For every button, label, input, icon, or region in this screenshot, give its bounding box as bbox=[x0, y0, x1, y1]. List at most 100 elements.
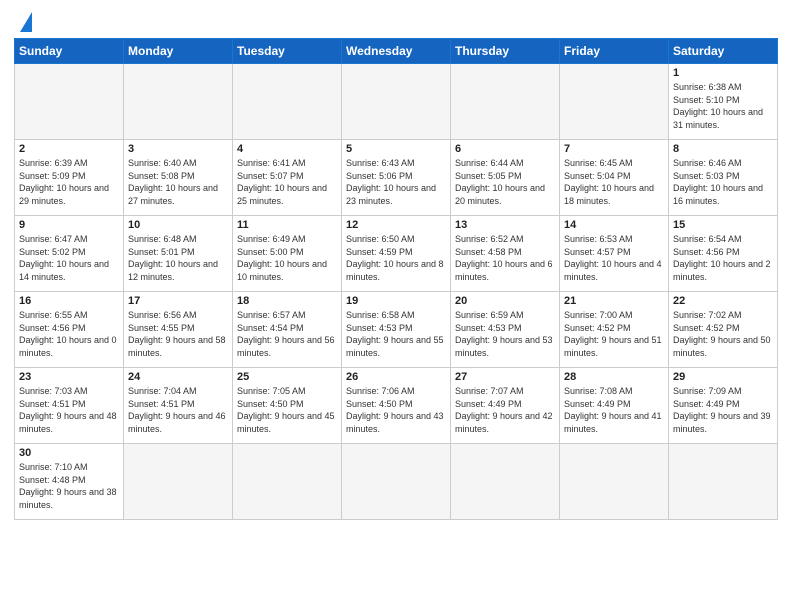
calendar-cell bbox=[451, 64, 560, 140]
day-number: 5 bbox=[346, 143, 446, 155]
calendar-cell: 5 Sunrise: 6:43 AM Sunset: 5:06 PM Daylig… bbox=[342, 140, 451, 216]
day-info: Sunrise: 6:54 AM Sunset: 4:56 PM Dayligh… bbox=[673, 233, 773, 283]
day-number: 4 bbox=[237, 143, 337, 155]
day-number: 19 bbox=[346, 295, 446, 307]
day-info: Sunrise: 6:58 AM Sunset: 4:53 PM Dayligh… bbox=[346, 309, 446, 359]
calendar-cell: 16Sunrise: 6:55 AM Sunset: 4:56 PM Dayli… bbox=[15, 292, 124, 368]
day-info: Sunrise: 7:03 AM Sunset: 4:51 PM Dayligh… bbox=[19, 385, 119, 435]
day-number: 2 bbox=[19, 143, 119, 155]
calendar-cell bbox=[124, 444, 233, 520]
calendar-cell bbox=[124, 64, 233, 140]
day-info: Sunrise: 6:49 AM Sunset: 5:00 PM Dayligh… bbox=[237, 233, 337, 283]
day-info: Sunrise: 6:39 AM Sunset: 5:09 PM Dayligh… bbox=[19, 157, 119, 207]
calendar-week-row: 23 Sunrise: 7:03 AM Sunset: 4:51 PM Dayli… bbox=[15, 368, 778, 444]
day-info: Sunrise: 6:48 AM Sunset: 5:01 PM Dayligh… bbox=[128, 233, 228, 283]
calendar-cell bbox=[451, 444, 560, 520]
day-number: 16 bbox=[19, 295, 119, 307]
weekday-header-friday: Friday bbox=[560, 39, 669, 64]
day-info: Sunrise: 7:02 AM Sunset: 4:52 PM Dayligh… bbox=[673, 309, 773, 359]
calendar-cell bbox=[233, 444, 342, 520]
calendar-cell bbox=[342, 444, 451, 520]
calendar-cell: 1Sunrise: 6:38 AM Sunset: 5:10 PM Daylig… bbox=[669, 64, 778, 140]
calendar-cell bbox=[15, 64, 124, 140]
calendar-cell: 12Sunrise: 6:50 AM Sunset: 4:59 PM Dayli… bbox=[342, 216, 451, 292]
day-number: 30 bbox=[19, 447, 119, 459]
weekday-header-wednesday: Wednesday bbox=[342, 39, 451, 64]
day-number: 18 bbox=[237, 295, 337, 307]
day-info: Sunrise: 6:52 AM Sunset: 4:58 PM Dayligh… bbox=[455, 233, 555, 283]
day-info: Sunrise: 6:40 AM Sunset: 5:08 PM Dayligh… bbox=[128, 157, 228, 207]
calendar-cell: 21Sunrise: 7:00 AM Sunset: 4:52 PM Dayli… bbox=[560, 292, 669, 368]
day-number: 10 bbox=[128, 219, 228, 231]
day-info: Sunrise: 7:08 AM Sunset: 4:49 PM Dayligh… bbox=[564, 385, 664, 435]
calendar-cell: 11 Sunrise: 6:49 AM Sunset: 5:00 PM Dayli… bbox=[233, 216, 342, 292]
calendar-table: SundayMondayTuesdayWednesdayThursdayFrid… bbox=[14, 38, 778, 520]
calendar-cell: 24 Sunrise: 7:04 AM Sunset: 4:51 PM Dayli… bbox=[124, 368, 233, 444]
day-number: 22 bbox=[673, 295, 773, 307]
calendar-cell: 20 Sunrise: 6:59 AM Sunset: 4:53 PM Dayli… bbox=[451, 292, 560, 368]
weekday-header-monday: Monday bbox=[124, 39, 233, 64]
calendar-header-row: SundayMondayTuesdayWednesdayThursdayFrid… bbox=[15, 39, 778, 64]
calendar-cell: 6Sunrise: 6:44 AM Sunset: 5:05 PM Daylig… bbox=[451, 140, 560, 216]
calendar-cell: 9Sunrise: 6:47 AM Sunset: 5:02 PM Daylig… bbox=[15, 216, 124, 292]
weekday-header-saturday: Saturday bbox=[669, 39, 778, 64]
day-number: 7 bbox=[564, 143, 664, 155]
day-number: 20 bbox=[455, 295, 555, 307]
weekday-header-sunday: Sunday bbox=[15, 39, 124, 64]
calendar-cell bbox=[669, 444, 778, 520]
calendar-cell: 26 Sunrise: 7:06 AM Sunset: 4:50 PM Dayli… bbox=[342, 368, 451, 444]
day-number: 17 bbox=[128, 295, 228, 307]
calendar-cell: 28 Sunrise: 7:08 AM Sunset: 4:49 PM Dayli… bbox=[560, 368, 669, 444]
day-number: 14 bbox=[564, 219, 664, 231]
calendar-cell bbox=[342, 64, 451, 140]
day-number: 28 bbox=[564, 371, 664, 383]
day-info: Sunrise: 6:59 AM Sunset: 4:53 PM Dayligh… bbox=[455, 309, 555, 359]
calendar-week-row: 1Sunrise: 6:38 AM Sunset: 5:10 PM Daylig… bbox=[15, 64, 778, 140]
day-info: Sunrise: 7:00 AM Sunset: 4:52 PM Dayligh… bbox=[564, 309, 664, 359]
day-number: 26 bbox=[346, 371, 446, 383]
calendar-cell: 3 Sunrise: 6:40 AM Sunset: 5:08 PM Daylig… bbox=[124, 140, 233, 216]
day-number: 1 bbox=[673, 67, 773, 79]
calendar-cell: 15 Sunrise: 6:54 AM Sunset: 4:56 PM Dayli… bbox=[669, 216, 778, 292]
day-number: 25 bbox=[237, 371, 337, 383]
day-number: 23 bbox=[19, 371, 119, 383]
calendar-cell: 2 Sunrise: 6:39 AM Sunset: 5:09 PM Daylig… bbox=[15, 140, 124, 216]
calendar-cell: 22 Sunrise: 7:02 AM Sunset: 4:52 PM Dayli… bbox=[669, 292, 778, 368]
day-number: 13 bbox=[455, 219, 555, 231]
day-info: Sunrise: 6:43 AM Sunset: 5:06 PM Dayligh… bbox=[346, 157, 446, 207]
day-number: 6 bbox=[455, 143, 555, 155]
calendar-cell: 10 Sunrise: 6:48 AM Sunset: 5:01 PM Dayli… bbox=[124, 216, 233, 292]
header bbox=[14, 10, 778, 32]
calendar-cell: 17 Sunrise: 6:56 AM Sunset: 4:55 PM Dayli… bbox=[124, 292, 233, 368]
calendar-cell: 30 Sunrise: 7:10 AM Sunset: 4:48 PM Dayli… bbox=[15, 444, 124, 520]
day-info: Sunrise: 7:04 AM Sunset: 4:51 PM Dayligh… bbox=[128, 385, 228, 435]
calendar-cell: 7Sunrise: 6:45 AM Sunset: 5:04 PM Daylig… bbox=[560, 140, 669, 216]
day-info: Sunrise: 6:56 AM Sunset: 4:55 PM Dayligh… bbox=[128, 309, 228, 359]
calendar-cell bbox=[560, 64, 669, 140]
calendar-cell: 13 Sunrise: 6:52 AM Sunset: 4:58 PM Dayli… bbox=[451, 216, 560, 292]
day-number: 24 bbox=[128, 371, 228, 383]
day-number: 29 bbox=[673, 371, 773, 383]
calendar-week-row: 2 Sunrise: 6:39 AM Sunset: 5:09 PM Daylig… bbox=[15, 140, 778, 216]
day-info: Sunrise: 7:09 AM Sunset: 4:49 PM Dayligh… bbox=[673, 385, 773, 435]
calendar-cell: 18Sunrise: 6:57 AM Sunset: 4:54 PM Dayli… bbox=[233, 292, 342, 368]
calendar-cell: 25 Sunrise: 7:05 AM Sunset: 4:50 PM Dayli… bbox=[233, 368, 342, 444]
day-number: 15 bbox=[673, 219, 773, 231]
day-info: Sunrise: 7:07 AM Sunset: 4:49 PM Dayligh… bbox=[455, 385, 555, 435]
day-info: Sunrise: 7:10 AM Sunset: 4:48 PM Dayligh… bbox=[19, 461, 119, 511]
calendar-cell: 29 Sunrise: 7:09 AM Sunset: 4:49 PM Dayli… bbox=[669, 368, 778, 444]
day-number: 11 bbox=[237, 219, 337, 231]
calendar-cell: 23 Sunrise: 7:03 AM Sunset: 4:51 PM Dayli… bbox=[15, 368, 124, 444]
day-info: Sunrise: 6:41 AM Sunset: 5:07 PM Dayligh… bbox=[237, 157, 337, 207]
weekday-header-tuesday: Tuesday bbox=[233, 39, 342, 64]
day-info: Sunrise: 6:53 AM Sunset: 4:57 PM Dayligh… bbox=[564, 233, 664, 283]
calendar-cell: 4 Sunrise: 6:41 AM Sunset: 5:07 PM Daylig… bbox=[233, 140, 342, 216]
day-info: Sunrise: 7:06 AM Sunset: 4:50 PM Dayligh… bbox=[346, 385, 446, 435]
calendar-cell: 14 Sunrise: 6:53 AM Sunset: 4:57 PM Dayli… bbox=[560, 216, 669, 292]
day-info: Sunrise: 7:05 AM Sunset: 4:50 PM Dayligh… bbox=[237, 385, 337, 435]
day-info: Sunrise: 6:46 AM Sunset: 5:03 PM Dayligh… bbox=[673, 157, 773, 207]
logo bbox=[14, 10, 32, 32]
day-number: 3 bbox=[128, 143, 228, 155]
day-number: 9 bbox=[19, 219, 119, 231]
calendar-cell: 19 Sunrise: 6:58 AM Sunset: 4:53 PM Dayli… bbox=[342, 292, 451, 368]
